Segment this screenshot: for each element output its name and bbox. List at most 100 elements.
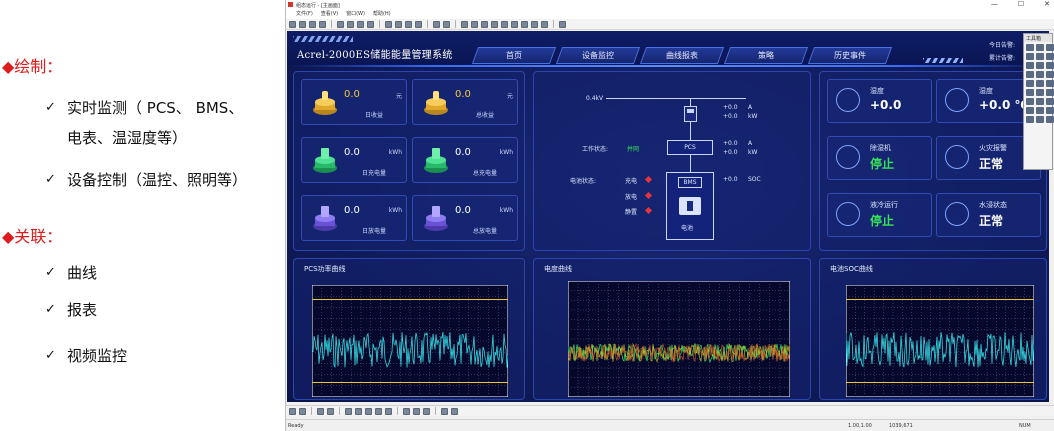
lamp-tool-icon[interactable] [1036, 98, 1044, 105]
toolbar-separator [379, 20, 380, 28]
close-button[interactable]: ✕ [1044, 0, 1050, 10]
check-icon: ✓ [45, 348, 56, 363]
gauge-tool-icon[interactable] [1046, 71, 1054, 78]
menu-help[interactable]: 帮助(H) [373, 10, 391, 19]
check-icon: ✓ [45, 100, 56, 115]
nav-tab-device-monitor[interactable]: 设备监控 [555, 47, 641, 64]
chart-tool-icon[interactable] [1026, 71, 1034, 78]
tank-tool-icon[interactable] [1036, 107, 1044, 114]
menu-view[interactable]: 查看(V) [321, 10, 338, 19]
stop-icon[interactable] [443, 20, 450, 28]
status-humidity: 湿度 +0.0 [827, 79, 932, 123]
zoom-fit-icon[interactable] [405, 20, 412, 28]
check-icon: ✓ [45, 172, 56, 187]
stat-card-daily-income: 0.0 元 日收益 [301, 79, 407, 125]
polygon-icon[interactable] [1036, 53, 1044, 60]
align-right-icon[interactable] [481, 20, 488, 28]
distribute-v-icon[interactable] [355, 407, 362, 415]
save-icon[interactable] [309, 20, 316, 28]
flip-h-icon[interactable] [403, 407, 410, 415]
fan-icon [836, 145, 860, 169]
table-tool-icon[interactable] [1036, 71, 1044, 78]
align-middle-icon[interactable] [501, 20, 508, 28]
button-tool-icon[interactable] [1046, 62, 1054, 69]
switch-tool-icon[interactable] [1026, 80, 1034, 87]
nav-tab-home[interactable]: 首页 [471, 47, 557, 64]
bus-voltage: 0.4kV [586, 95, 604, 102]
report-tool-icon[interactable] [1046, 89, 1054, 96]
slider-tool-icon[interactable] [1046, 107, 1054, 114]
align-center-icon[interactable] [471, 20, 478, 28]
arc-icon[interactable] [1046, 53, 1054, 60]
cut-icon[interactable] [337, 20, 344, 28]
align-left-icon[interactable] [461, 20, 468, 28]
charge-indicator-icon [644, 175, 653, 184]
nav-tab-history-events[interactable]: 历史事件 [807, 47, 893, 64]
undo-icon[interactable] [367, 20, 374, 28]
rotate-icon[interactable] [423, 407, 430, 415]
maximize-button[interactable]: ☐ [1018, 0, 1024, 10]
align-top-icon[interactable] [491, 20, 498, 28]
layer-icon[interactable] [289, 407, 296, 415]
same-height-icon[interactable] [375, 407, 382, 415]
zoom-100-icon[interactable] [415, 20, 422, 28]
pointer-icon[interactable] [1026, 44, 1034, 51]
meter-icon [684, 106, 697, 122]
combo-tool-icon[interactable] [1026, 116, 1034, 123]
bms-group[interactable]: BMS 电池 [666, 172, 714, 240]
trend-tool-icon[interactable] [1036, 89, 1044, 96]
distribute-h-icon[interactable] [345, 407, 352, 415]
group-tool-icon[interactable] [1046, 116, 1054, 123]
menu-file[interactable]: 文件(F) [296, 10, 313, 19]
align-right-icon[interactable] [327, 407, 334, 415]
link-icon[interactable] [441, 407, 448, 415]
image-icon[interactable] [1036, 62, 1044, 69]
status-bar: Ready 1.00,1.00 1039,671 NUM [286, 419, 1054, 431]
chart-title: 电度曲线 [544, 265, 572, 273]
ungroup-icon[interactable] [531, 20, 538, 28]
water-sensor-icon [945, 202, 969, 226]
stat-card-daily-discharge: 0.0 kWh 日放电量 [301, 195, 407, 241]
settings-icon[interactable] [559, 20, 566, 28]
toolbar-separator [311, 407, 312, 415]
minimize-button[interactable]: — [991, 0, 998, 10]
same-width-icon[interactable] [365, 407, 372, 415]
motor-tool-icon[interactable] [1026, 107, 1034, 114]
toolbar-separator [427, 20, 428, 28]
line-icon[interactable] [1036, 44, 1044, 51]
print-icon[interactable] [319, 20, 326, 28]
unlink-icon[interactable] [451, 407, 458, 415]
nav-tab-strategy[interactable]: 策略 [723, 47, 809, 64]
ellipse-icon[interactable] [1026, 53, 1034, 60]
scada-header: Acrel-2000ES储能能量管理系统 首页 设备监控 曲线报表 策略 历史事… [287, 31, 1049, 67]
clock-tool-icon[interactable] [1036, 116, 1044, 123]
nav-tab-curve-report[interactable]: 曲线报表 [639, 47, 725, 64]
soc-chart [846, 285, 1034, 397]
stat-card-total-discharge: 0.0 kWh 总放电量 [412, 195, 518, 241]
pcs-box[interactable]: PCS [667, 140, 713, 155]
layer-up-icon[interactable] [299, 407, 306, 415]
same-size-icon[interactable] [385, 407, 392, 415]
pipe-tool-icon[interactable] [1046, 80, 1054, 87]
group-icon[interactable] [521, 20, 528, 28]
app-window: 组态运行 - [主画面] — ☐ ✕ 文件(F) 查看(V) 窗口(W) 帮助(… [285, 0, 1054, 431]
meter-tool-icon[interactable] [1036, 80, 1044, 87]
stat-card-total-income: 0.0 元 总收益 [412, 79, 518, 125]
flip-v-icon[interactable] [413, 407, 420, 415]
align-bottom-icon[interactable] [511, 20, 518, 28]
new-icon[interactable] [289, 20, 296, 28]
lock-icon[interactable] [541, 20, 548, 28]
paste-icon[interactable] [357, 20, 364, 28]
zoom-in-icon[interactable] [385, 20, 392, 28]
rect-icon[interactable] [1046, 44, 1054, 51]
open-icon[interactable] [299, 20, 306, 28]
video-tool-icon[interactable] [1026, 98, 1034, 105]
align-left-icon[interactable] [317, 407, 324, 415]
text-icon[interactable] [1026, 62, 1034, 69]
alarm-tool-icon[interactable] [1026, 89, 1034, 96]
copy-icon[interactable] [347, 20, 354, 28]
zoom-out-icon[interactable] [395, 20, 402, 28]
menu-window[interactable]: 窗口(W) [346, 10, 365, 19]
valve-tool-icon[interactable] [1046, 98, 1054, 105]
run-icon[interactable] [433, 20, 440, 28]
